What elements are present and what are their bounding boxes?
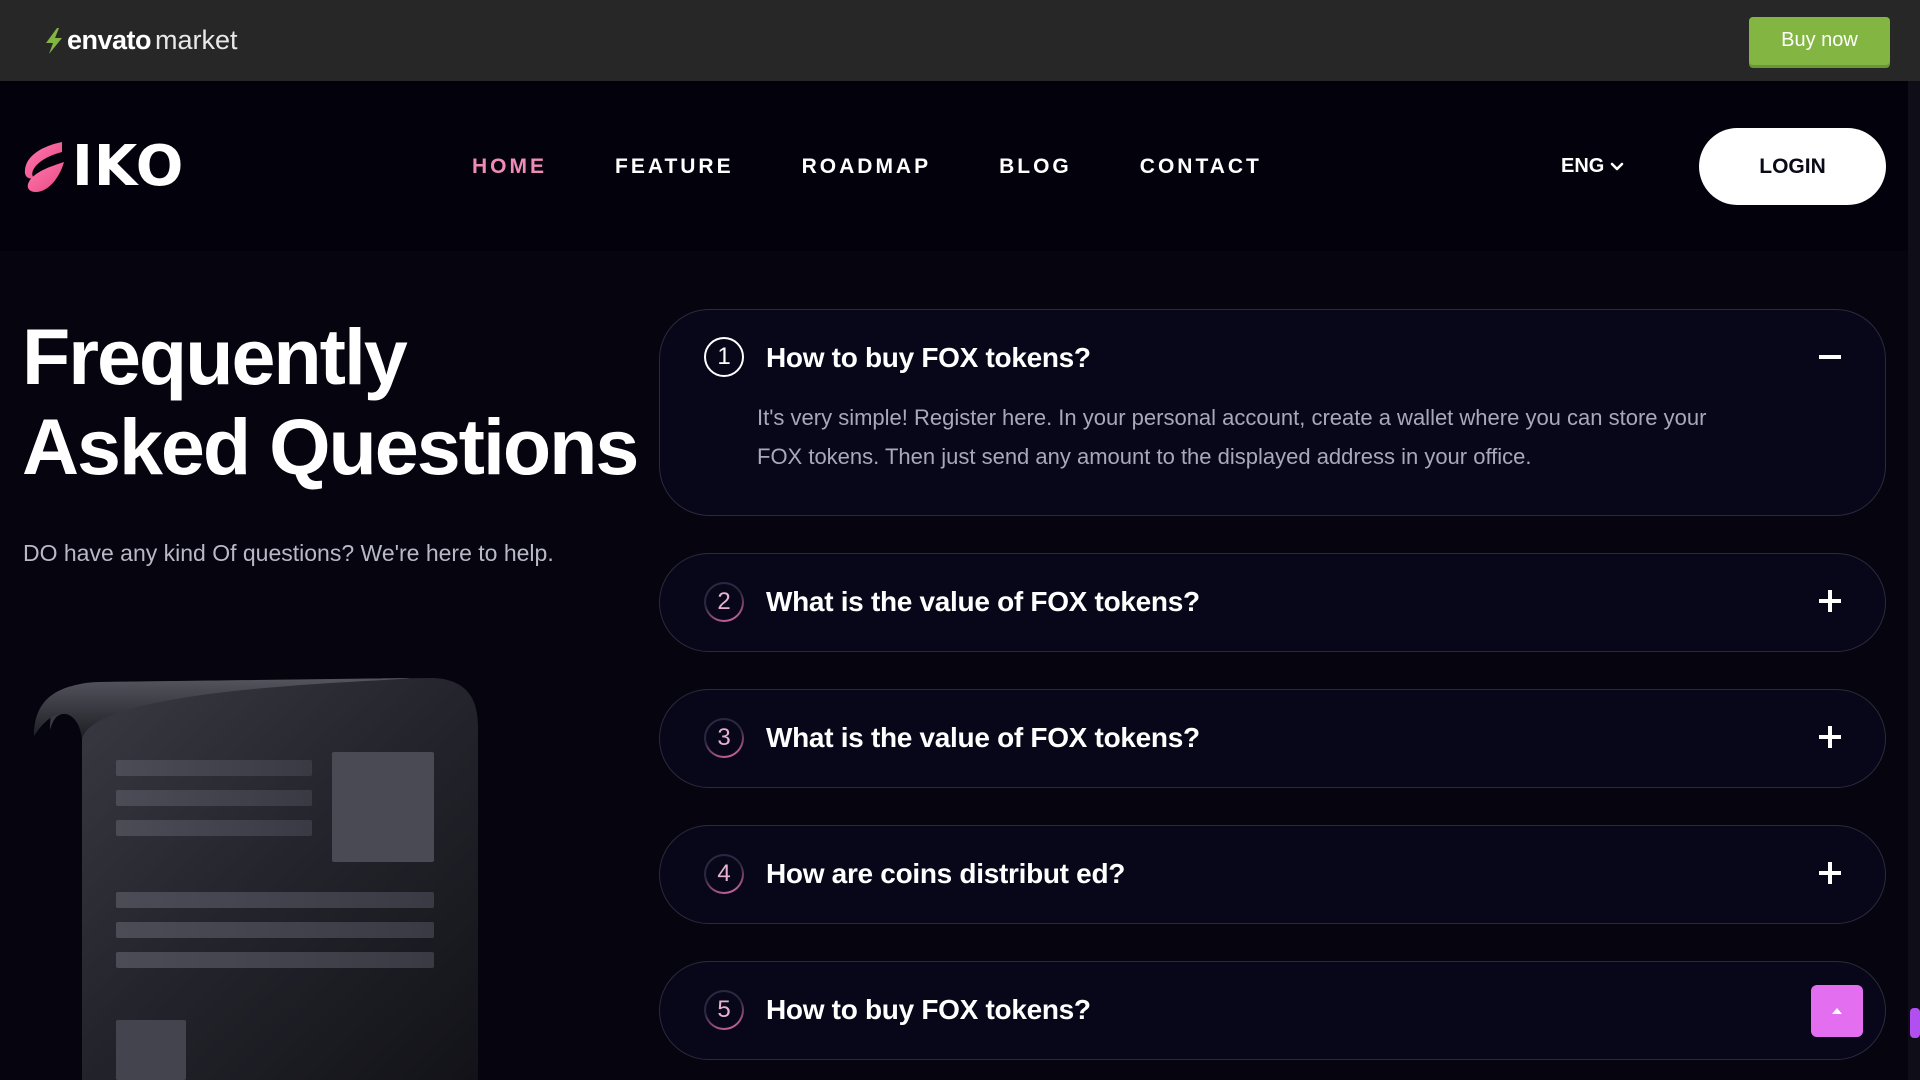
page-title-line1: Frequently: [22, 312, 408, 401]
faq-number-badge: 5: [704, 990, 744, 1030]
chevron-down-icon: [1611, 162, 1624, 170]
iko-logo[interactable]: IKO: [22, 139, 184, 195]
plus-icon[interactable]: [1817, 724, 1843, 750]
faq-item-1[interactable]: 1 How to buy FOX tokens? It's very simpl…: [659, 309, 1886, 516]
envato-market: market: [155, 25, 238, 55]
chevron-up-icon: [1832, 1008, 1842, 1014]
faq-question[interactable]: How to buy FOX tokens?: [766, 342, 1091, 374]
iko-logo-text: IKO: [72, 134, 185, 199]
buy-now-button[interactable]: Buy now: [1749, 16, 1890, 65]
faq-answer-line1: It's very simple! Register here. In your…: [757, 405, 1707, 430]
plus-icon[interactable]: [1817, 588, 1843, 614]
faq-number-badge: 4: [704, 854, 744, 894]
main-nav: HOME FEATURE ROADMAP BLOG CONTACT: [472, 155, 1330, 179]
page-title: Frequently Asked Questions: [22, 312, 639, 492]
nav-blog[interactable]: BLOG: [999, 155, 1072, 179]
language-selector[interactable]: ENG: [1561, 155, 1624, 178]
iko-logo-mark-icon: [24, 142, 64, 192]
faq-question[interactable]: How to buy FOX tokens?: [766, 994, 1091, 1026]
plus-icon[interactable]: [1817, 860, 1843, 886]
back-to-top-button[interactable]: [1811, 985, 1863, 1037]
faq-question[interactable]: What is the value of FOX tokens?: [766, 722, 1200, 754]
faq-question[interactable]: What is the value of FOX tokens?: [766, 586, 1200, 618]
envato-bar: envato market Buy now: [0, 0, 1920, 81]
login-button[interactable]: LOGIN: [1699, 128, 1886, 205]
faq-number-badge: 2: [704, 582, 744, 622]
language-label: ENG: [1561, 155, 1605, 177]
faq-item-4[interactable]: 4 How are coins distribut ed?: [659, 825, 1886, 924]
faq-item-2[interactable]: 2 What is the value of FOX tokens?: [659, 553, 1886, 652]
scrollbar-thumb[interactable]: [1910, 1008, 1920, 1038]
nav-contact[interactable]: CONTACT: [1140, 155, 1262, 179]
minus-icon[interactable]: [1817, 344, 1843, 370]
page-title-line2: Asked Questions: [22, 402, 639, 491]
document-illustration: [34, 678, 478, 1080]
site-header: IKO HOME FEATURE ROADMAP BLOG CONTACT EN…: [0, 81, 1908, 251]
envato-brand: envato: [67, 25, 152, 55]
nav-home[interactable]: HOME: [472, 155, 547, 179]
page-subtitle: DO have any kind Of questions? We're her…: [23, 540, 554, 566]
envato-leaf-icon: [46, 27, 62, 54]
faq-item-5[interactable]: 5 How to buy FOX tokens?: [659, 961, 1886, 1060]
nav-roadmap[interactable]: ROADMAP: [802, 155, 932, 179]
scrollbar-track[interactable]: [1908, 81, 1920, 1080]
faq-number-badge: 1: [704, 337, 744, 377]
faq-answer-line2: FOX tokens. Then just send any amount to…: [757, 444, 1532, 469]
faq-answer: It's very simple! Register here. In your…: [757, 398, 1797, 476]
faq-number-badge: 3: [704, 718, 744, 758]
envato-logo[interactable]: envato market: [43, 25, 238, 56]
faq-item-3[interactable]: 3 What is the value of FOX tokens?: [659, 689, 1886, 788]
nav-feature[interactable]: FEATURE: [615, 155, 734, 179]
faq-question[interactable]: How are coins distribut ed?: [766, 858, 1125, 890]
